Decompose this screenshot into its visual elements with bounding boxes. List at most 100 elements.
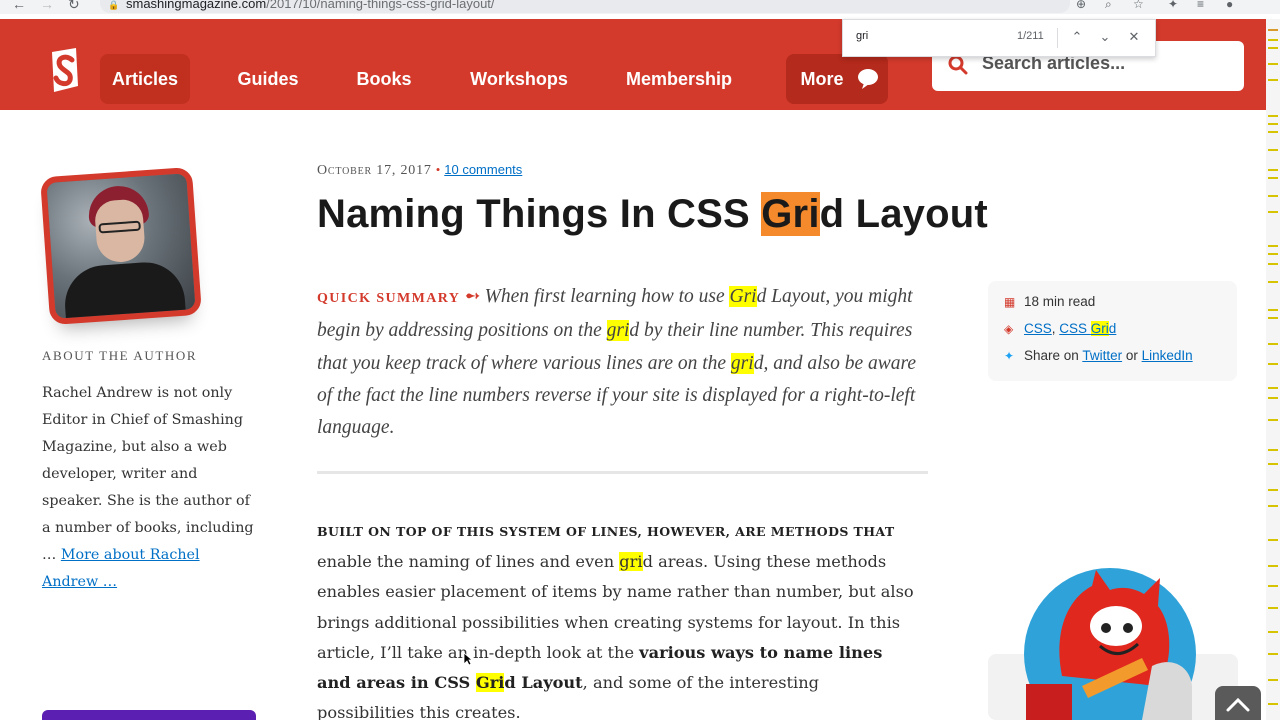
nav-articles[interactable]: Articles (100, 54, 190, 104)
url-host: smashingmagazine.com (126, 0, 267, 11)
lead-caps-intro: BUILT ON TOP OF THIS SYSTEM OF LINES, HO… (317, 524, 895, 539)
tag-icon: ◈ (1004, 322, 1014, 336)
find-current-match: Gri (761, 192, 820, 236)
summary-divider (317, 471, 928, 474)
scroll-match-marker (1268, 449, 1278, 451)
article-meta: October 17, 2017 • 10 comments (317, 162, 522, 179)
nav-books[interactable]: Books (346, 54, 422, 104)
article-title: Naming Things In CSS Grid Layout (317, 192, 988, 237)
url-path: /2017/10/naming-things-css-grid-layout/ (266, 0, 495, 11)
nav-membership[interactable]: Membership (616, 54, 742, 104)
browser-toolbar: ← → ↻ 🔒 smashingmagazine.com/2017/10/nam… (0, 0, 1280, 14)
share-row: ✦ Share on Twitter or LinkedIn (1004, 347, 1193, 365)
nav-more-label: More (800, 69, 844, 89)
scroll-match-marker (1268, 397, 1278, 399)
summary-arrow-icon: ➻ (464, 286, 481, 307)
scroll-match-marker (1268, 387, 1278, 389)
scroll-match-marker (1268, 253, 1278, 255)
reload-icon[interactable]: ↻ (68, 0, 80, 13)
tags-row: ◈ CSS, CSS Grid (1004, 320, 1116, 338)
smashing-cat-mascot-icon (1024, 568, 1196, 720)
scroll-match-marker (1268, 317, 1278, 319)
scroll-match-marker (1268, 703, 1278, 705)
find-query-input[interactable]: gri (856, 30, 868, 42)
share-or: or (1122, 348, 1142, 363)
title-text-pre: Naming Things In CSS (317, 192, 762, 236)
meta-separator-icon: • (435, 162, 441, 177)
forward-icon[interactable]: → (40, 0, 54, 12)
tag-css-grid-link[interactable]: CSS Grid (1059, 321, 1116, 336)
scrollbar[interactable] (1266, 19, 1280, 720)
profile-avatar-icon[interactable]: ● (1226, 0, 1233, 11)
quick-summary: QUICK SUMMARY ➻ When first learning how to… (317, 281, 929, 444)
read-time: 18 min read (1024, 294, 1096, 309)
scroll-match-marker (1268, 343, 1278, 345)
bookmark-star-icon[interactable]: ☆ (1133, 0, 1144, 11)
scroll-match-marker (1268, 169, 1278, 171)
sidebar-promo-banner[interactable] (42, 710, 256, 720)
find-in-page-bar: gri 1/211 ⌃ ⌄ ✕ (842, 19, 1156, 57)
find-next-icon[interactable]: ⌄ (1095, 27, 1115, 47)
scroll-match-marker (1268, 679, 1278, 681)
zoom-icon[interactable]: ⊕ (1076, 0, 1086, 11)
lead-bold-part: d Layout (504, 673, 583, 693)
search-icon (948, 55, 968, 75)
comments-link[interactable]: 10 comments (444, 162, 522, 177)
more-about-author-link[interactable]: More about Rachel Andrew … (42, 547, 200, 590)
scroll-match-marker (1268, 607, 1278, 609)
nav-more-button[interactable]: More (786, 54, 888, 104)
find-icon[interactable]: ⌕ (1105, 0, 1112, 12)
author-avatar[interactable] (40, 166, 202, 326)
nav-workshops[interactable]: Workshops (460, 54, 578, 104)
scroll-match-marker (1268, 263, 1278, 265)
scroll-match-marker (1268, 653, 1278, 655)
back-icon[interactable]: ← (12, 0, 26, 12)
title-text-post: d Layout (819, 192, 988, 236)
article-lead-paragraph: BUILT ON TOP OF THIS SYSTEM OF LINES, HO… (317, 516, 917, 720)
nav-articles-label: Articles (111, 69, 179, 89)
find-match: Gri (729, 286, 757, 307)
address-bar[interactable]: 🔒 smashingmagazine.com/2017/10/naming-th… (100, 0, 1070, 13)
find-previous-icon[interactable]: ⌃ (1067, 27, 1087, 47)
find-match: Gri (475, 673, 505, 693)
find-match: gri (730, 352, 754, 374)
lead-text: enable the naming of lines and even (317, 552, 620, 572)
smashing-logo-icon[interactable] (44, 46, 84, 96)
media-icon[interactable]: ≡ (1197, 0, 1204, 11)
find-close-icon[interactable]: ✕ (1124, 27, 1144, 47)
scroll-match-marker (1268, 29, 1278, 31)
scroll-match-marker (1268, 195, 1278, 197)
back-to-top-button[interactable] (1215, 686, 1261, 720)
scroll-match-marker (1268, 281, 1278, 283)
tag-css-link[interactable]: CSS (1024, 321, 1052, 336)
scroll-match-marker (1268, 309, 1278, 311)
nav-guides[interactable]: Guides (228, 54, 308, 104)
scroll-match-marker (1268, 211, 1278, 213)
scroll-match-marker (1268, 585, 1278, 587)
article-date: October 17, 2017 (317, 163, 432, 178)
summary-text: When first learning how to use (484, 286, 730, 307)
tag-text: CSS (1059, 321, 1091, 336)
extensions-icon[interactable]: ✦ (1168, 0, 1178, 11)
chevron-up-icon (1226, 697, 1250, 712)
scroll-match-marker (1268, 463, 1278, 465)
scroll-match-marker (1268, 489, 1278, 491)
about-author-heading: ABOUT THE AUTHOR (42, 348, 198, 363)
scroll-match-marker (1268, 177, 1278, 179)
twitter-bird-icon: ✦ (1004, 349, 1015, 363)
share-label: Share on (1024, 348, 1083, 363)
scroll-match-marker (1268, 47, 1278, 49)
find-match: gri (606, 320, 630, 342)
share-linkedin-link[interactable]: LinkedIn (1142, 348, 1193, 363)
share-twitter-link[interactable]: Twitter (1082, 348, 1122, 363)
nav-books-label: Books (356, 69, 412, 89)
scroll-match-marker (1268, 631, 1278, 633)
find-match-count: 1/211 (1017, 30, 1044, 42)
find-match: Gri (1090, 321, 1109, 336)
scroll-match-marker (1268, 149, 1278, 151)
scroll-match-marker (1268, 123, 1278, 125)
scroll-match-marker (1268, 363, 1278, 365)
lock-icon: 🔒 (108, 0, 120, 10)
find-match: gri (619, 552, 643, 572)
author-bio-text: Rachel Andrew is not only Editor in Chie… (42, 385, 254, 563)
